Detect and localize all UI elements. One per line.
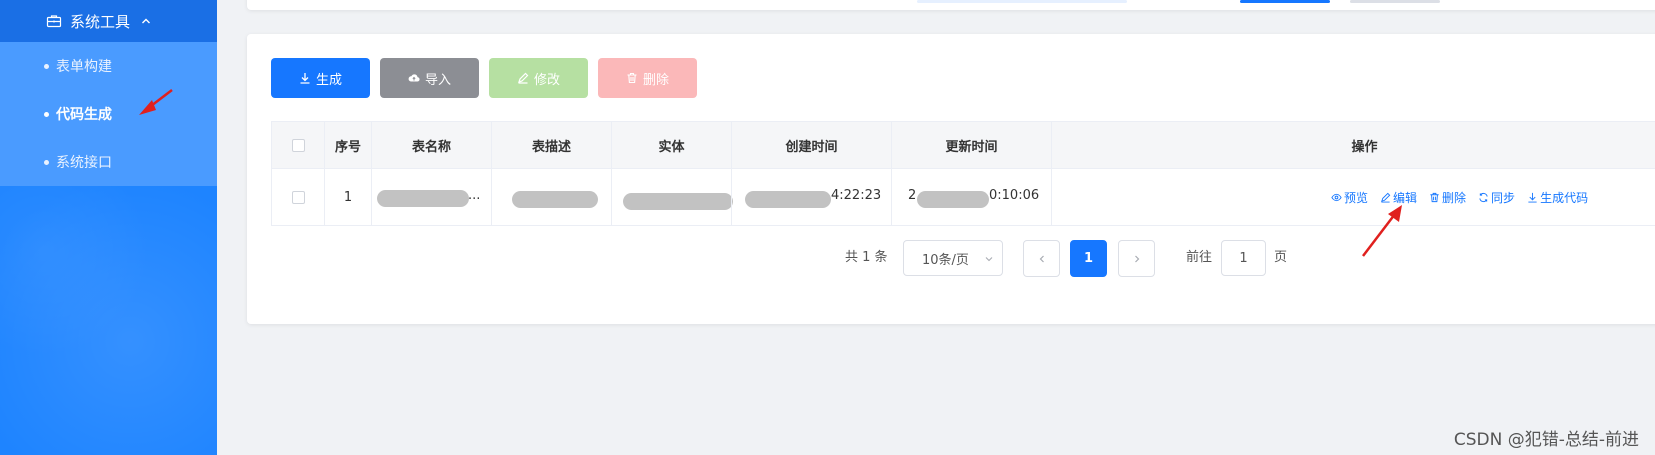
redacted-table-desc [512, 191, 598, 208]
watermark: CSDN @犯错-总结-前进 [1453, 430, 1639, 450]
import-button[interactable]: 导入 [380, 58, 479, 98]
header-checkbox-cell [271, 122, 324, 168]
goto-page-input[interactable]: 1 [1221, 240, 1266, 276]
delete-button[interactable]: 删除 [598, 58, 697, 98]
sidebar-item-label: 系统接口 [56, 155, 112, 171]
download-icon [1528, 192, 1537, 203]
header-table-desc: 表描述 [491, 122, 611, 168]
preview-action[interactable]: 预览 [1331, 189, 1368, 206]
sidebar-item-label: 表单构建 [56, 59, 112, 75]
row-checkbox-cell [271, 169, 324, 225]
import-label: 导入 [424, 72, 451, 88]
trash-icon [627, 72, 637, 84]
redacted-create-time [745, 191, 831, 208]
sidebar: 系统工具 表单构建 代码生成 系统接口 [0, 0, 217, 455]
chevron-up-icon [142, 18, 151, 24]
sync-action-label: 同步 [1491, 191, 1516, 205]
edit-icon [1381, 192, 1391, 203]
page-size-value: 10条/页 [922, 252, 969, 268]
header-index: 序号 [324, 122, 371, 168]
table-row: 1 ... 4:22:23 2 0:10:06 预览 编辑 删除 同步 生成代码 [271, 169, 1655, 226]
bullet-icon [44, 159, 49, 165]
page-button-current[interactable]: 1 [1070, 240, 1107, 277]
sidebar-item-form-builder[interactable]: 表单构建 [0, 42, 217, 90]
page-size-select[interactable]: 10条/页 [903, 240, 1003, 276]
generate-button[interactable]: 生成 [271, 58, 370, 98]
submenu: 表单构建 代码生成 系统接口 [0, 42, 217, 186]
row-create-time-cell: 4:22:23 [731, 169, 891, 225]
menu-system-tools[interactable]: 系统工具 [0, 0, 217, 42]
refresh-icon [1479, 193, 1488, 202]
page-suffix: 页 [1274, 250, 1288, 265]
main-card: 生成 导入 修改 删除 序号 表名称 表描述 实体 创建时间 更新时间 操作 1… [247, 34, 1655, 324]
header-entity: 实体 [611, 122, 731, 168]
edit-action[interactable]: 编辑 [1380, 189, 1417, 206]
row-update-time-tail: 0:10:06 [989, 188, 1040, 203]
generate-code-action[interactable]: 生成代码 [1527, 189, 1588, 206]
generate-label: 生成 [315, 72, 342, 88]
header-actions: 操作 [1051, 122, 1655, 168]
edit-icon [518, 72, 529, 84]
header-table-name: 表名称 [371, 122, 491, 168]
bullet-icon [44, 111, 49, 117]
redacted-table-name [377, 190, 469, 207]
row-update-time-head: 2 [908, 188, 917, 203]
sidebar-item-code-gen[interactable]: 代码生成 [0, 90, 217, 138]
sidebar-item-label: 代码生成 [56, 107, 112, 123]
select-all-checkbox[interactable] [291, 138, 305, 152]
preview-label: 预览 [1344, 191, 1369, 205]
sync-action[interactable]: 同步 [1478, 189, 1515, 206]
edit-label: 修改 [533, 72, 560, 88]
download-icon [300, 73, 310, 84]
goto-label: 前往 [1186, 250, 1213, 265]
reset-button-edge[interactable] [1350, 0, 1440, 3]
pagination: 共 1 条 10条/页 1 前往 1 页 [247, 238, 1655, 278]
toolbox-icon [46, 15, 62, 28]
search-field-edge [917, 0, 1127, 3]
chevron-down-icon [985, 257, 993, 262]
generate-code-label: 生成代码 [1540, 191, 1589, 205]
delete-label: 删除 [642, 72, 669, 88]
chevron-right-icon [1134, 255, 1139, 262]
redacted-update-time [917, 191, 989, 208]
edit-button[interactable]: 修改 [489, 58, 588, 98]
row-update-time-cell: 2 0:10:06 [891, 169, 1051, 225]
bullet-icon [44, 63, 49, 69]
trash-icon [1430, 192, 1439, 203]
sidebar-item-system-api[interactable]: 系统接口 [0, 138, 217, 186]
header-update-time: 更新时间 [891, 122, 1051, 168]
row-create-time-tail: 4:22:23 [831, 188, 882, 203]
row-index: 1 [324, 169, 371, 225]
pagination-total: 共 1 条 [845, 250, 888, 265]
eye-icon [1331, 193, 1342, 202]
edit-action-label: 编辑 [1393, 191, 1418, 205]
row-table-desc-cell [491, 169, 611, 225]
row-checkbox[interactable] [291, 190, 305, 204]
prev-page-button[interactable] [1023, 240, 1060, 277]
menu-parent-label: 系统工具 [70, 12, 131, 31]
delete-action-label: 删除 [1442, 191, 1467, 205]
next-page-button[interactable] [1118, 240, 1155, 277]
row-actions: 预览 编辑 删除 同步 生成代码 [1331, 169, 1600, 226]
search-card [247, 0, 1655, 10]
header-create-time: 创建时间 [731, 122, 891, 168]
search-button-edge[interactable] [1240, 0, 1330, 3]
row-table-name-cell: ... [371, 169, 491, 225]
cloud-upload-icon [408, 74, 420, 82]
row-table-name-tail: ... [468, 188, 481, 203]
row-entity-cell [611, 169, 733, 225]
chevron-left-icon [1039, 255, 1044, 262]
table-header: 序号 表名称 表描述 实体 创建时间 更新时间 操作 [271, 121, 1655, 169]
redacted-entity [623, 193, 733, 210]
delete-action[interactable]: 删除 [1429, 189, 1466, 206]
